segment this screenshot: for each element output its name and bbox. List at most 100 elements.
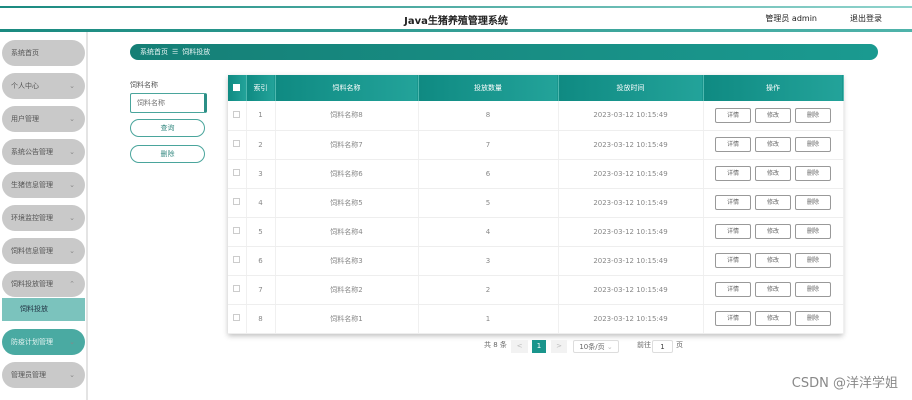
delete-row-button[interactable]: 删除 (795, 253, 831, 268)
edit-button[interactable]: 修改 (755, 224, 791, 239)
goto-label: 前往 (637, 341, 651, 349)
cell-index: 3 (246, 159, 276, 189)
cell-index: 7 (246, 275, 276, 305)
edit-button[interactable]: 修改 (755, 166, 791, 181)
sidebar-item[interactable]: 饲料投放管理 ⌃ (2, 271, 85, 297)
sidebar-item[interactable]: 用户管理 ⌄ (2, 106, 85, 132)
page-size-select[interactable]: 10条/页 ⌄ (573, 340, 619, 353)
col-time: 投放时间 (558, 75, 704, 101)
cell-index: 4 (246, 188, 276, 218)
cell-name: 饲料名称3 (275, 246, 419, 276)
delete-button[interactable]: 删除 (130, 145, 205, 163)
detail-button[interactable]: 详情 (715, 311, 751, 326)
edit-button[interactable]: 修改 (755, 195, 791, 210)
row-checkbox[interactable] (228, 130, 247, 160)
next-page-button[interactable]: > (551, 340, 567, 353)
sidebar-subitem-feed-delivery[interactable]: 饲料投放 (2, 298, 85, 321)
detail-button[interactable]: 详情 (715, 224, 751, 239)
cell-qty: 7 (418, 130, 559, 160)
cell-time: 2023-03-12 10:15:49 (558, 101, 704, 131)
chevron-icon: ⌃ (69, 280, 75, 288)
prev-page-button[interactable]: < (511, 340, 528, 353)
row-checkbox[interactable] (228, 246, 247, 276)
cell-name: 饲料名称6 (275, 159, 419, 189)
sidebar-item-label: 防疫计划管理 (11, 338, 53, 346)
delete-row-button[interactable]: 删除 (795, 166, 831, 181)
table-row: 4 饲料名称5 5 2023-03-12 10:15:49 详情 修改 删除 (228, 188, 844, 218)
cell-qty: 5 (418, 188, 559, 218)
row-checkbox[interactable] (228, 217, 247, 247)
cell-index: 2 (246, 130, 276, 160)
delete-row-button[interactable]: 删除 (795, 195, 831, 210)
cell-qty: 2 (418, 275, 559, 305)
watermark: CSDN @洋洋学姐 (791, 376, 898, 391)
delete-row-button[interactable]: 删除 (795, 282, 831, 297)
table-row: 3 饲料名称6 6 2023-03-12 10:15:49 详情 修改 删除 (228, 159, 844, 189)
select-all-checkbox[interactable] (228, 75, 247, 101)
chevron-icon: ⌄ (69, 181, 75, 189)
sidebar-item[interactable]: 生猪信息管理 ⌄ (2, 172, 85, 198)
cell-time: 2023-03-12 10:15:49 (558, 159, 704, 189)
row-checkbox[interactable] (228, 159, 247, 189)
goto-page-input[interactable]: 1 (652, 340, 673, 353)
logout-link[interactable]: 退出登录 (850, 13, 882, 24)
sidebar-item[interactable]: 饲料信息管理 ⌄ (2, 238, 85, 264)
cell-index: 6 (246, 246, 276, 276)
row-checkbox[interactable] (228, 188, 247, 218)
edit-button[interactable]: 修改 (755, 107, 791, 123)
detail-button[interactable]: 详情 (715, 166, 751, 181)
detail-button[interactable]: 详情 (715, 282, 751, 297)
data-table: 索引 饲料名称 投放数量 投放时间 操作 1 饲料名称8 8 2023-03-12 1… (228, 75, 844, 334)
edit-button[interactable]: 修改 (755, 282, 791, 297)
row-checkbox[interactable] (228, 101, 247, 131)
detail-button[interactable]: 详情 (715, 137, 751, 152)
sidebar-item[interactable]: 环境监控管理 ⌄ (2, 205, 85, 231)
table-row: 8 饲料名称1 1 2023-03-12 10:15:49 详情 修改 删除 (228, 304, 844, 334)
edit-button[interactable]: 修改 (755, 253, 791, 268)
cell-qty: 3 (418, 246, 559, 276)
chevron-icon: ⌄ (69, 247, 75, 255)
sidebar: 系统首页个人中心 ⌄ 用户管理 ⌄ 系统公告管理 ⌄ 生猪信息管理 ⌄ 环境监控管理 ⌄ 饲料信息管… (0, 32, 88, 400)
cell-actions: 详情 修改 删除 (703, 275, 844, 305)
sidebar-item[interactable]: 防疫计划管理 ⌄ (2, 329, 85, 355)
chevron-icon: ⌄ (69, 371, 75, 379)
feed-name-search-input[interactable] (130, 93, 207, 113)
detail-button[interactable]: 详情 (715, 253, 751, 268)
cell-actions: 详情 修改 删除 (703, 130, 844, 160)
cell-qty: 4 (418, 217, 559, 247)
cell-actions: 详情 修改 删除 (703, 188, 844, 218)
page-1-button[interactable]: 1 (532, 340, 546, 353)
delete-row-button[interactable]: 删除 (795, 137, 831, 152)
sidebar-item[interactable]: 个人中心 ⌄ (2, 73, 85, 99)
sidebar-item[interactable]: 管理员管理 ⌄ (2, 362, 85, 388)
table-row: 6 饲料名称3 3 2023-03-12 10:15:49 详情 修改 删除 (228, 246, 844, 276)
cell-index: 8 (246, 304, 276, 334)
sidebar-item[interactable]: 系统公告管理 ⌄ (2, 139, 85, 165)
cell-name: 饲料名称5 (275, 188, 419, 218)
sidebar-item[interactable]: 系统首页 (2, 40, 85, 66)
cell-name: 饲料名称2 (275, 275, 419, 305)
delete-row-button[interactable]: 删除 (795, 311, 831, 326)
row-checkbox[interactable] (228, 304, 247, 334)
edit-button[interactable]: 修改 (755, 311, 791, 326)
delete-row-button[interactable]: 删除 (795, 224, 831, 239)
header-divider (0, 29, 912, 32)
detail-button[interactable]: 详情 (715, 107, 751, 123)
sidebar-item-label: 饲料投放管理 (11, 280, 53, 288)
cell-name: 饲料名称7 (275, 130, 419, 160)
cell-actions: 详情 修改 删除 (703, 246, 844, 276)
query-button[interactable]: 查询 (130, 119, 205, 137)
edit-button[interactable]: 修改 (755, 137, 791, 152)
user-label: 管理员 admin (765, 14, 817, 23)
chevron-icon: ⌄ (69, 214, 75, 222)
cell-qty: 8 (418, 101, 559, 131)
chevron-icon: ⌄ (69, 115, 75, 123)
col-qty: 投放数量 (418, 75, 559, 101)
cell-name: 饲料名称8 (275, 101, 419, 131)
row-checkbox[interactable] (228, 275, 247, 305)
chevron-icon: ⌄ (69, 82, 75, 90)
breadcrumb-home[interactable]: 系统首页 (140, 48, 168, 56)
header: Java生猪养殖管理系统 管理员 admin 退出登录 (0, 8, 912, 29)
detail-button[interactable]: 详情 (715, 195, 751, 210)
delete-row-button[interactable]: 删除 (795, 107, 831, 123)
